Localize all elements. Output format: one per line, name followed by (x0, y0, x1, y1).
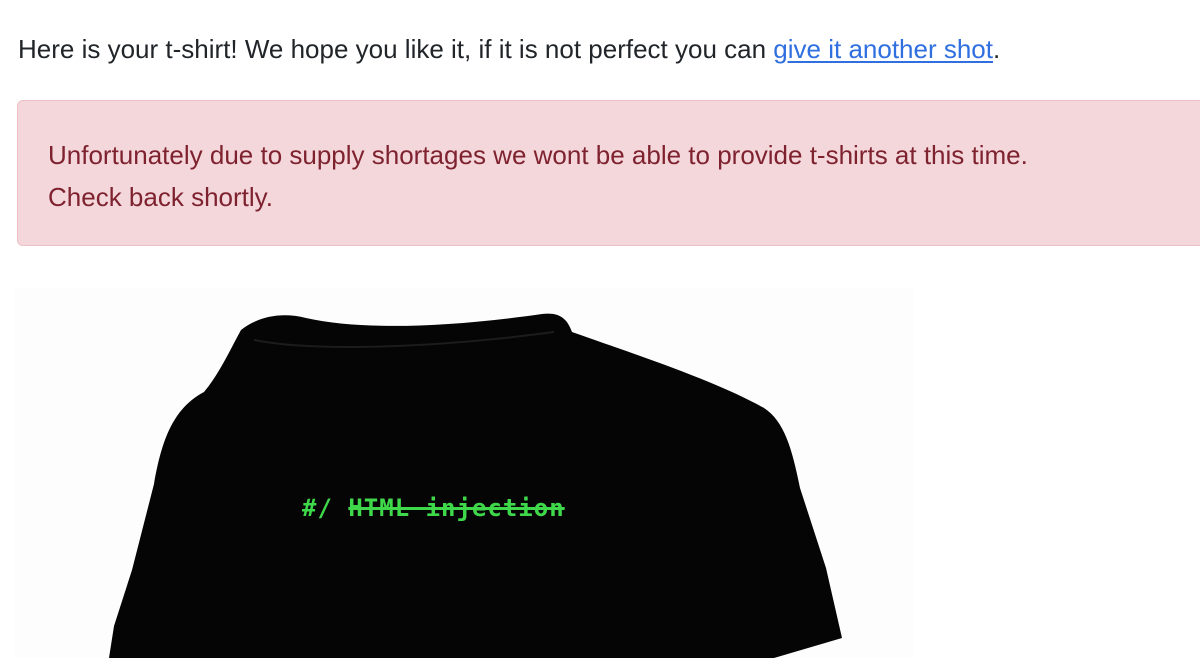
tshirt-print-struck-text: HTML injection (348, 494, 565, 522)
intro-period: . (993, 34, 1001, 64)
tshirt-print-prefix: #/ (302, 494, 349, 522)
tshirt-graphic (14, 288, 914, 658)
intro-message: Here is your t-shirt! We hope you like i… (18, 30, 1000, 68)
alert-line-1: Unfortunately due to supply shortages we… (48, 140, 1028, 170)
intro-text: Here is your t-shirt! We hope you like i… (18, 34, 774, 64)
tshirt-print: #/ HTML injection (302, 494, 565, 522)
tshirt-image: #/ HTML injection (14, 288, 914, 658)
alert-line-2: Check back shortly. (48, 182, 273, 212)
supply-shortage-alert: Unfortunately due to supply shortages we… (17, 100, 1200, 246)
give-it-another-shot-link[interactable]: give it another shot (773, 34, 993, 64)
